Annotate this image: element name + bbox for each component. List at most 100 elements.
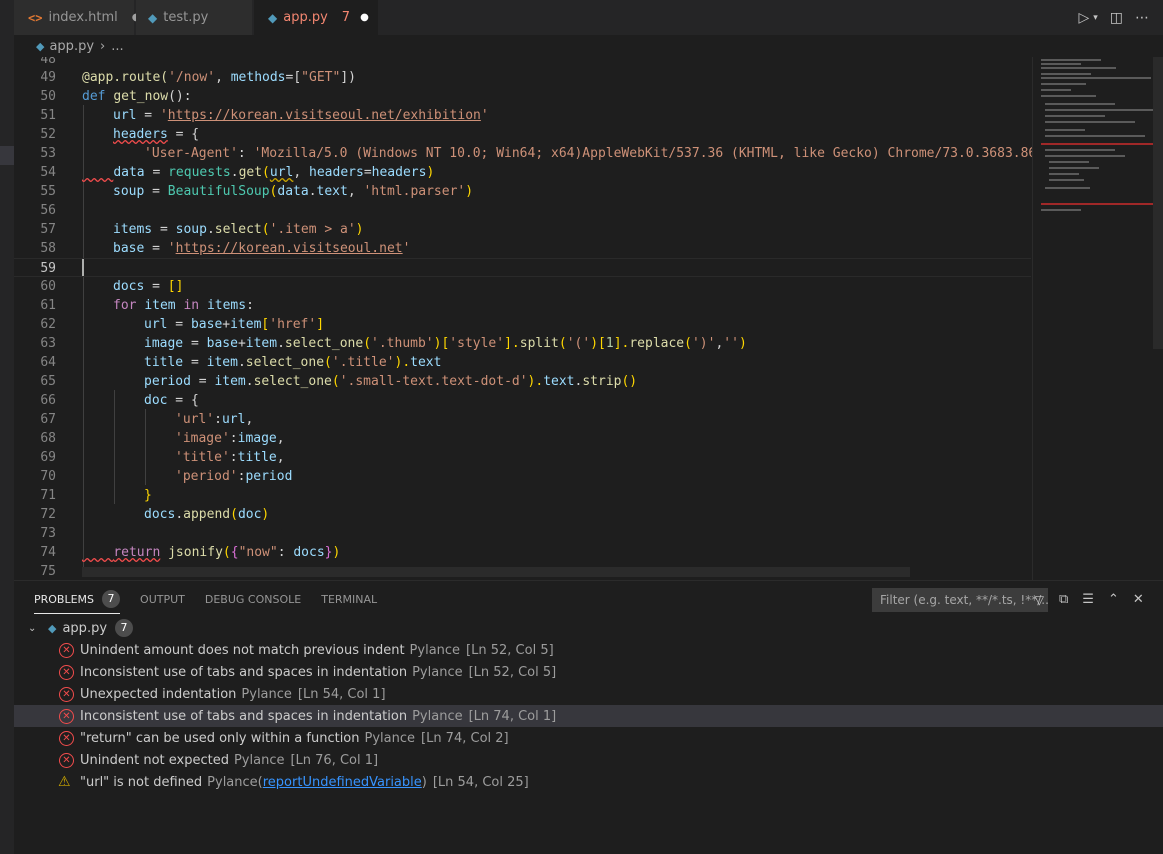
python-file-icon: ◆ [36, 39, 45, 53]
minimap-line [1041, 73, 1091, 75]
code-line: 66 doc = { [14, 391, 1031, 410]
chevron-down-icon[interactable]: ▾ [1093, 13, 1098, 23]
tab-debug-console[interactable]: DEBUG CONSOLE [205, 581, 301, 617]
line-number: 53 [40, 146, 56, 161]
code-line: 57 items = soup.select('.item > a') [14, 220, 1031, 239]
error-icon: ✕ [59, 642, 74, 658]
problem-source: Pylance [409, 642, 461, 658]
minimap-line [1045, 103, 1115, 105]
minimap-line [1049, 161, 1089, 163]
breadcrumb: ◆ app.py › ... [14, 35, 1163, 57]
minimap-line [1049, 179, 1084, 181]
tab-label: index.html [48, 10, 118, 25]
more-icon[interactable]: ⋯ [1135, 10, 1149, 26]
line-number: 62 [40, 317, 56, 332]
minimap-line [1041, 95, 1096, 97]
horizontal-scrollbar[interactable] [82, 567, 910, 577]
vscode-window: <> index.html ● ◆ test.py ◆ app.py 7 ● ▷… [0, 0, 1163, 854]
minimap-line [1041, 83, 1086, 85]
tab-index-html[interactable]: <> index.html ● [14, 0, 141, 35]
tab-label: app.py [283, 10, 328, 25]
problem-source: Pylance [207, 774, 258, 790]
code-line: 69'title':title, [14, 448, 1031, 467]
code-line: 65 period = item.select_one('.small-text.… [14, 372, 1031, 391]
problem-location: [Ln 54, Col 1] [297, 686, 386, 702]
minimap-line [1041, 77, 1151, 79]
minimap-line [1045, 109, 1155, 111]
problem-source: Pylance [412, 664, 463, 680]
line-number: 67 [40, 412, 56, 427]
python-file-icon: ◆ [48, 621, 57, 635]
view-as-list-icon[interactable]: ☰ [1082, 592, 1094, 607]
problem-rule-link[interactable]: reportUndefinedVariable [263, 775, 422, 790]
close-panel-icon[interactable]: ✕ [1133, 592, 1144, 607]
problem-message: "return" can be used only within a funct… [80, 730, 360, 746]
problem-source: Pylance [233, 752, 285, 768]
problem-location: [Ln 74, Col 1] [468, 708, 557, 724]
code-line: 73 [14, 524, 1031, 543]
error-icon: ✕ [59, 664, 74, 680]
tab-app-py[interactable]: ◆ app.py 7 ● [254, 0, 379, 35]
line-number: 72 [40, 507, 56, 522]
unsaved-dot-icon[interactable]: ● [360, 12, 369, 23]
vertical-scrollbar[interactable] [1153, 57, 1163, 349]
chevron-right-icon: › [100, 38, 106, 54]
tab-output[interactable]: OUTPUT [140, 581, 185, 617]
code-line: 60 docs = [] [14, 277, 1031, 296]
minimap-error [1041, 203, 1156, 205]
minimap-line [1045, 121, 1135, 123]
problem-message: "url" is not defined [80, 774, 203, 790]
problem-row[interactable]: ✕ Unexpected indentation Pylance [Ln 54, Co… [14, 683, 1163, 705]
tab-terminal[interactable]: TERMINAL [321, 581, 377, 617]
line-number: 75 [40, 564, 56, 579]
run-icon[interactable]: ▷ [1078, 10, 1089, 26]
problem-row-selected[interactable]: ✕ Inconsistent use of tabs and spaces in … [14, 705, 1163, 727]
code-line: 68'image':image, [14, 429, 1031, 448]
problem-file-row[interactable]: ⌄ ◆ app.py 7 [14, 617, 1163, 639]
code-line: 54 data = requests.get(url, headers=head… [14, 163, 1031, 182]
minimap-line [1045, 155, 1125, 157]
html-file-icon: <> [28, 10, 43, 25]
problem-file-badge: 7 [115, 619, 134, 637]
minimap-line [1041, 63, 1081, 65]
line-number: 57 [40, 222, 56, 237]
minimap-line [1045, 129, 1085, 131]
code-line: 52 headers = { [14, 125, 1031, 144]
code-editor[interactable]: 48 49 @app.route('/now', methods=["GET"])… [14, 57, 1163, 580]
chevron-down-icon[interactable]: ⌄ [28, 623, 42, 634]
problem-row[interactable]: ✕ "return" can be used only within a func… [14, 727, 1163, 749]
problem-location: [Ln 52, Col 5] [468, 664, 557, 680]
minimap-line [1041, 59, 1101, 61]
collapse-all-icon[interactable]: ⧉ [1059, 592, 1068, 607]
problem-row[interactable]: ✕ Unindent amount does not match previous… [14, 639, 1163, 661]
maximize-panel-icon[interactable]: ⌃ [1108, 592, 1119, 607]
problem-location: [Ln 76, Col 1] [290, 752, 379, 768]
minimap-line [1045, 149, 1115, 151]
problem-source: Pylance [412, 708, 463, 724]
activity-strip [0, 0, 14, 854]
code-line: 71} [14, 486, 1031, 505]
filter-icon[interactable]: ▽ [1035, 588, 1044, 612]
problems-filter-input[interactable]: Filter (e.g. text, **/*.ts, !**/... ▽ [872, 588, 1048, 612]
error-icon: ✕ [59, 752, 74, 768]
line-number: 65 [40, 374, 56, 389]
problem-message: Unindent not expected [80, 752, 229, 768]
line-number: 61 [40, 298, 56, 313]
problem-row[interactable]: ✕ Unindent not expected Pylance [Ln 76, Col… [14, 749, 1163, 771]
line-number: 74 [40, 545, 56, 560]
line-number: 59 [40, 261, 56, 276]
split-editor-icon[interactable]: ◫ [1110, 10, 1123, 26]
code-line: 51 url = 'https://korean.visitseoul.net/e… [14, 106, 1031, 125]
problem-row[interactable]: ✕ Inconsistent use of tabs and spaces in … [14, 661, 1163, 683]
strip-marker [0, 146, 14, 165]
line-number: 71 [40, 488, 56, 503]
breadcrumb-rest[interactable]: ... [111, 39, 123, 54]
tab-problems[interactable]: PROBLEMS 7 [34, 581, 121, 617]
minimap[interactable] [1032, 57, 1163, 580]
breadcrumb-file[interactable]: app.py [49, 39, 94, 54]
code-line: 63 image = base+item.select_one('.thumb')… [14, 334, 1031, 353]
tab-test-py[interactable]: ◆ test.py [136, 0, 253, 35]
code-line: 74 return jsonify({"now": docs}) [14, 543, 1031, 562]
line-number: 52 [40, 127, 56, 142]
problem-row[interactable]: ⚠ "url" is not defined Pylance(reportUndef… [14, 771, 1163, 793]
